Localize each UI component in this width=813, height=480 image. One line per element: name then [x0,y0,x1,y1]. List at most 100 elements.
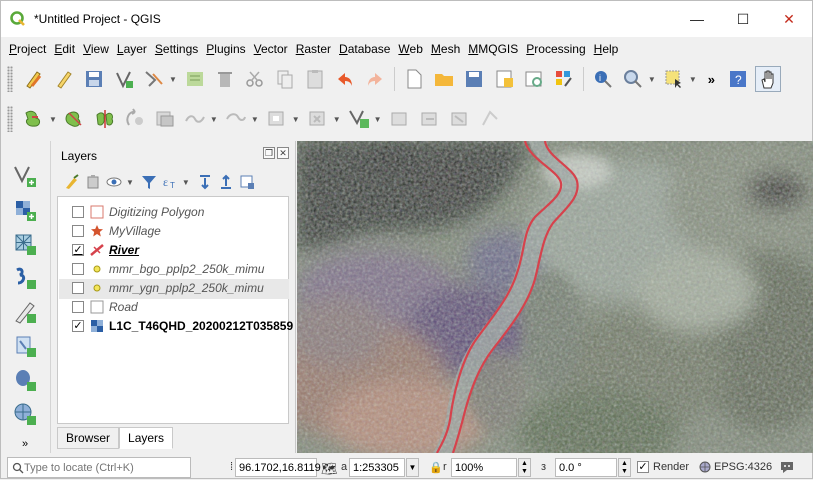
delete-ring-dropdown-icon[interactable]: ▼ [333,115,341,124]
pan-map-icon[interactable] [755,66,781,92]
show-layout-manager-icon[interactable] [521,66,547,92]
layer-row-myvillage[interactable]: MyVillage [72,222,161,240]
simplify-dropdown-icon[interactable]: ▼ [210,115,218,124]
layer-visibility-checkbox[interactable]: ✓ [72,320,84,332]
digitize-point-icon[interactable] [111,66,137,92]
layer-visibility-checkbox[interactable]: ✓ [72,244,84,256]
coordinate-field[interactable]: 96.1702,16.8119 [235,458,321,477]
merge-attributes-icon[interactable] [387,106,413,132]
save-edits-icon[interactable] [81,66,107,92]
expand-all-icon[interactable] [196,173,214,191]
vertex-tool-icon[interactable] [141,66,167,92]
modify-attributes-icon[interactable] [182,66,208,92]
add-raster-layer-icon[interactable] [9,195,41,225]
menu-vector[interactable]: Vector [250,42,292,56]
magnifier-field[interactable]: 100% [451,458,517,477]
rotate-point-symbols-icon[interactable] [122,106,148,132]
save-project-icon[interactable] [461,66,487,92]
current-edits-icon[interactable] [21,66,47,92]
menu-processing[interactable]: Processing [522,42,589,56]
expression-dropdown-icon[interactable]: ▼ [182,178,190,187]
add-postgis-icon[interactable] [9,365,41,395]
menu-mmqgis[interactable]: MMQGIS [464,42,522,56]
map-themes-dropdown-icon[interactable]: ▼ [126,178,134,187]
add-delimited-text-icon[interactable] [9,263,41,293]
redo-icon[interactable] [362,66,388,92]
scale-dropdown-icon[interactable]: ▼ [406,458,419,477]
undo-icon[interactable] [332,66,358,92]
layer-row-road[interactable]: Road [72,298,138,316]
delete-selected-icon[interactable] [212,66,238,92]
add-part-dropdown-icon[interactable]: ▼ [49,115,57,124]
delete-ring-icon[interactable] [305,106,331,132]
menu-view[interactable]: View [79,42,113,56]
layer-row-mmr-ygn[interactable]: mmr_ygn_pplp2_250k_mimu [72,279,264,297]
fill-ring-dropdown-icon[interactable]: ▼ [292,115,300,124]
copy-features-icon[interactable] [272,66,298,92]
new-shapefile-icon[interactable] [9,297,41,327]
layer-row-digitizing-polygon[interactable]: Digitizing Polygon [72,203,204,221]
identify-features-icon[interactable]: i [590,66,616,92]
offset-curve-icon[interactable] [152,106,178,132]
scale-field[interactable]: 1:253305 [349,458,405,477]
add-vector-layer-icon[interactable] [9,161,41,191]
menu-settings[interactable]: Settings [151,42,202,56]
add-ring-dropdown-icon[interactable]: ▼ [251,115,259,124]
cut-features-icon[interactable] [242,66,268,92]
menu-database[interactable]: Database [335,42,394,56]
reshape-features-icon[interactable] [62,106,88,132]
collapse-all-icon[interactable] [217,173,235,191]
layer-visibility-checkbox[interactable] [72,301,84,313]
layer-visibility-checkbox[interactable] [72,225,84,237]
open-project-icon[interactable] [431,66,457,92]
style-manager-icon[interactable] [551,66,577,92]
layer-row-mmr-bgo[interactable]: mmr_bgo_pplp2_250k_mimu [72,260,264,278]
layer-row-river[interactable]: ✓ River [72,241,139,259]
filter-legend-icon[interactable] [140,173,158,191]
locator-input[interactable] [24,461,174,474]
layer-row-l1c-raster[interactable]: ✓ L1C_T46QHD_20200212T035859 [72,317,293,335]
add-mesh-layer-icon[interactable] [9,229,41,259]
layer-visibility-checkbox[interactable] [72,263,84,275]
reverse-line-icon[interactable] [417,106,443,132]
open-layer-styling-icon[interactable] [63,173,81,191]
merge-features-icon[interactable] [346,106,372,132]
toggle-extents-icon[interactable]: 🗺 [321,461,338,477]
menu-web[interactable]: Web [394,42,426,56]
rotation-spinner[interactable]: ▲ ▼ [618,458,631,477]
magnifier-spinner[interactable]: ▲ ▼ [518,458,531,477]
menu-help[interactable]: Help [590,42,623,56]
add-ring-icon[interactable] [223,106,249,132]
menu-mesh[interactable]: Mesh [427,42,464,56]
trim-extend-icon[interactable] [447,106,473,132]
menu-edit[interactable]: Edit [50,42,79,56]
menu-plugins[interactable]: Plugins [202,42,249,56]
remove-layer-icon[interactable] [238,173,256,191]
zoom-dropdown-icon[interactable]: ▼ [648,75,656,84]
layer-visibility-checkbox[interactable] [72,206,84,218]
simplify-feature-icon[interactable] [182,106,208,132]
merge-dropdown-icon[interactable]: ▼ [374,115,382,124]
add-part-icon[interactable] [21,106,47,132]
close-button[interactable]: ✕ [766,1,812,37]
new-project-icon[interactable] [401,66,427,92]
toolbar-overflow-icon[interactable]: » [708,72,715,87]
add-spatialite-icon[interactable] [9,331,41,361]
shape-digitize-icon[interactable] [477,106,503,132]
toolbar-grip[interactable] [7,106,13,132]
manage-map-themes-icon[interactable] [105,173,123,191]
lock-scale-icon[interactable]: 🔒 [429,461,443,474]
new-print-layout-icon[interactable] [491,66,517,92]
tab-browser[interactable]: Browser [57,427,120,449]
minimize-button[interactable]: — [674,1,720,37]
help-icon[interactable]: ? [725,66,751,92]
paste-features-icon[interactable] [302,66,328,92]
toggle-editing-icon[interactable] [51,66,77,92]
filter-by-expression-icon[interactable]: εT [161,173,179,191]
map-canvas[interactable] [297,141,813,453]
render-checkbox[interactable]: ✓ [637,461,649,473]
add-group-icon[interactable] [84,173,102,191]
select-dropdown-icon[interactable]: ▼ [689,75,697,84]
zoom-tools-icon[interactable] [620,66,646,92]
menu-raster[interactable]: Raster [292,42,335,56]
